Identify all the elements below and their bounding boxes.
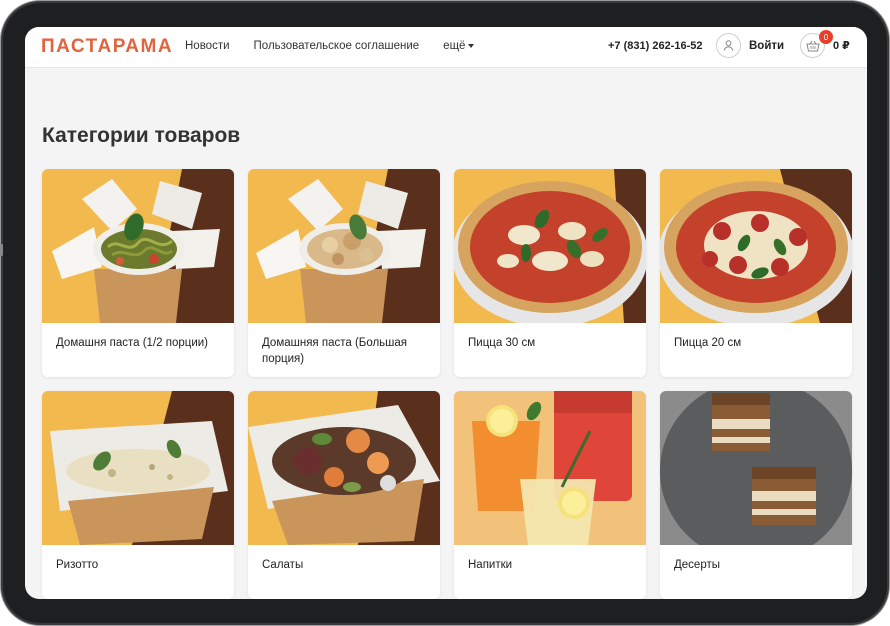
main-nav: Новости Пользовательское соглашение ещё: [185, 40, 498, 52]
nav-more-label: ещё: [443, 40, 466, 52]
salad-box-image: [248, 391, 440, 545]
nav-link-agreement[interactable]: Пользовательское соглашение: [254, 40, 420, 52]
category-label: Напитки: [468, 559, 513, 571]
page-title: Категории товаров: [42, 124, 241, 147]
login-button[interactable]: Войти: [716, 33, 784, 58]
user-icon: [716, 33, 741, 58]
pizza-pepperoni-image: [660, 169, 852, 323]
pasta-box-image: [42, 169, 234, 323]
nav-link-news[interactable]: Новости: [185, 40, 230, 52]
category-label: Домашняя паста (Большая порция): [262, 337, 408, 365]
category-label: Салаты: [262, 559, 304, 571]
category-card-desserts[interactable]: Десерты: [660, 391, 852, 599]
category-card-pasta-half[interactable]: Домашня паста (1/2 порции): [42, 169, 234, 377]
phone-number[interactable]: +7 (831) 262-16-52: [608, 40, 702, 52]
pasta-box-image: [248, 169, 440, 323]
category-label: Пицца 30 см: [468, 337, 536, 349]
category-card-risotto[interactable]: Ризотто: [42, 391, 234, 599]
cart-total: 0 ₽: [833, 40, 850, 52]
login-label: Войти: [749, 39, 785, 52]
site-header: ПАСТАРАМА Новости Пользовательское согла…: [25, 27, 867, 68]
category-label: Ризотто: [56, 559, 99, 571]
category-label: Пицца 20 см: [674, 337, 742, 349]
drinks-image: [454, 391, 646, 545]
screen: ПАСТАРАМА Новости Пользовательское согла…: [25, 27, 867, 599]
basket-icon: 0: [800, 30, 833, 58]
category-card-pizza-20[interactable]: Пицца 20 см: [660, 169, 852, 377]
cart-count-badge: 0: [819, 30, 833, 44]
caret-down-icon: [468, 44, 475, 48]
cart-button[interactable]: 0 0 ₽: [800, 30, 850, 58]
category-card-salads[interactable]: Салаты: [248, 391, 440, 599]
site-logo[interactable]: ПАСТАРАМА: [41, 36, 173, 58]
tablet-frame: ПАСТАРАМА Новости Пользовательское согла…: [0, 0, 890, 626]
nav-more-dropdown[interactable]: ещё: [443, 40, 475, 52]
category-label: Десерты: [674, 559, 721, 571]
tiramisu-image: [660, 391, 852, 545]
category-card-drinks[interactable]: Напитки: [454, 391, 646, 599]
category-grid: Домашня паста (1/2 порции) Домашняя паст…: [42, 169, 852, 599]
category-label: Домашня паста (1/2 порции): [56, 337, 209, 349]
tablet-side-button: [0, 244, 3, 256]
risotto-box-image: [42, 391, 234, 545]
pizza-margherita-image: [454, 169, 646, 323]
category-card-pasta-large[interactable]: Домашняя паста (Большая порция): [248, 169, 440, 377]
category-card-pizza-30[interactable]: Пицца 30 см: [454, 169, 646, 377]
